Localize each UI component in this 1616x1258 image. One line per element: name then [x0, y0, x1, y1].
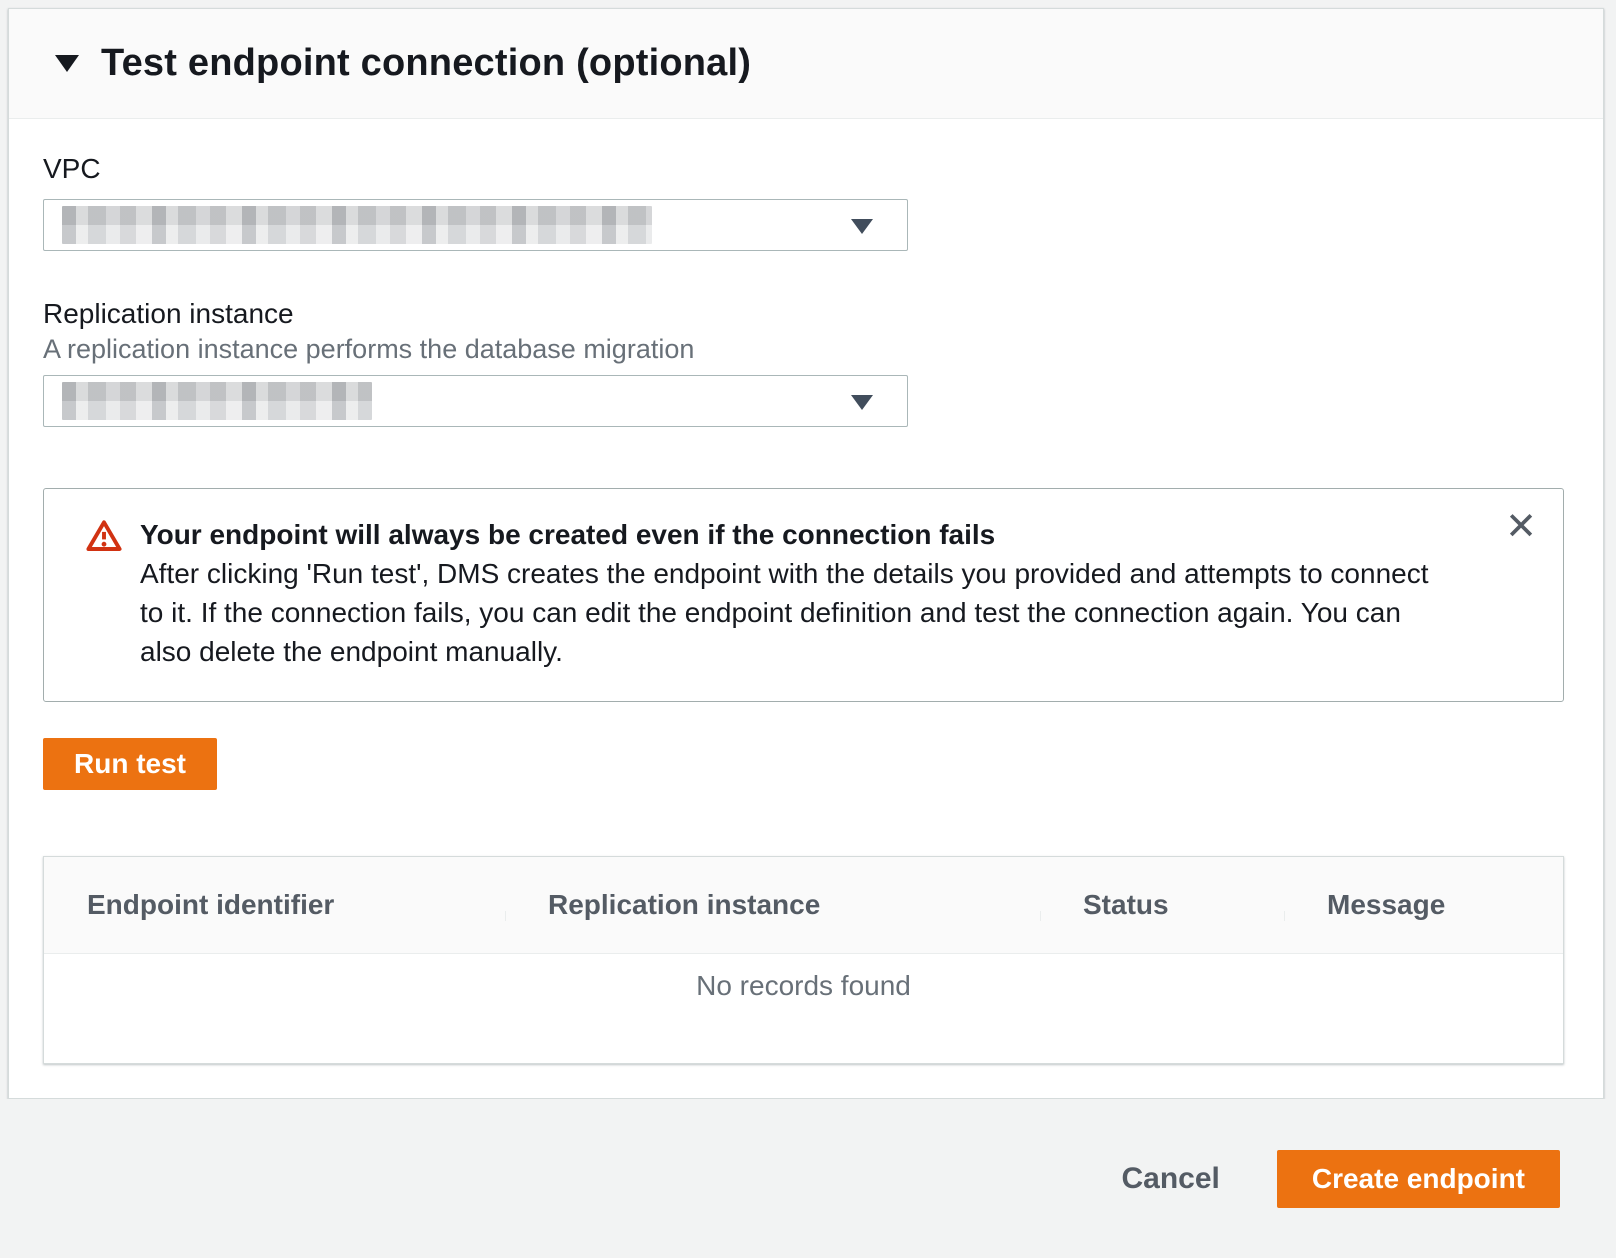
warning-alert: Your endpoint will always be created eve…: [43, 488, 1564, 702]
vpc-select-caret-icon: [851, 219, 873, 234]
replication-instance-label: Replication instance: [43, 298, 1560, 330]
table-header-row: Endpoint identifier Replication instance…: [44, 857, 1563, 954]
run-test-button[interactable]: Run test: [43, 738, 217, 790]
footer-action-bar: Cancel Create endpoint: [0, 1099, 1616, 1258]
section-title: Test endpoint connection (optional): [101, 42, 751, 85]
vpc-redacted-value: [62, 206, 652, 244]
replication-instance-description: A replication instance performs the data…: [43, 334, 1560, 364]
column-header-message: Message: [1284, 889, 1563, 921]
section-header-test-endpoint-connection[interactable]: Test endpoint connection (optional): [9, 9, 1603, 119]
test-results-table: Endpoint identifier Replication instance…: [43, 856, 1564, 1064]
column-header-replication-instance: Replication instance: [505, 889, 1040, 921]
warning-alert-title: Your endpoint will always be created eve…: [140, 515, 1440, 554]
collapse-triangle-icon: [55, 55, 79, 72]
cancel-button[interactable]: Cancel: [1121, 1162, 1219, 1196]
warning-alert-body: After clicking 'Run test', DMS creates t…: [140, 554, 1440, 671]
warning-alert-content: Your endpoint will always be created eve…: [140, 515, 1440, 671]
column-header-status: Status: [1040, 889, 1284, 921]
test-endpoint-connection-panel: Test endpoint connection (optional) VPC …: [8, 8, 1604, 1099]
close-icon[interactable]: ✕: [1497, 503, 1545, 551]
warning-triangle-icon: [86, 519, 122, 671]
vpc-select[interactable]: [43, 199, 908, 251]
table-empty-state: No records found: [44, 954, 1563, 1063]
create-endpoint-button[interactable]: Create endpoint: [1277, 1150, 1560, 1208]
vpc-label: VPC: [43, 153, 1560, 185]
replication-instance-select[interactable]: [43, 375, 908, 427]
section-body: VPC Replication instance A replication i…: [9, 119, 1603, 1064]
replication-instance-select-caret-icon: [851, 395, 873, 410]
column-header-endpoint-identifier: Endpoint identifier: [44, 889, 505, 921]
page: Test endpoint connection (optional) VPC …: [0, 0, 1616, 1258]
replication-instance-redacted-value: [62, 382, 372, 420]
